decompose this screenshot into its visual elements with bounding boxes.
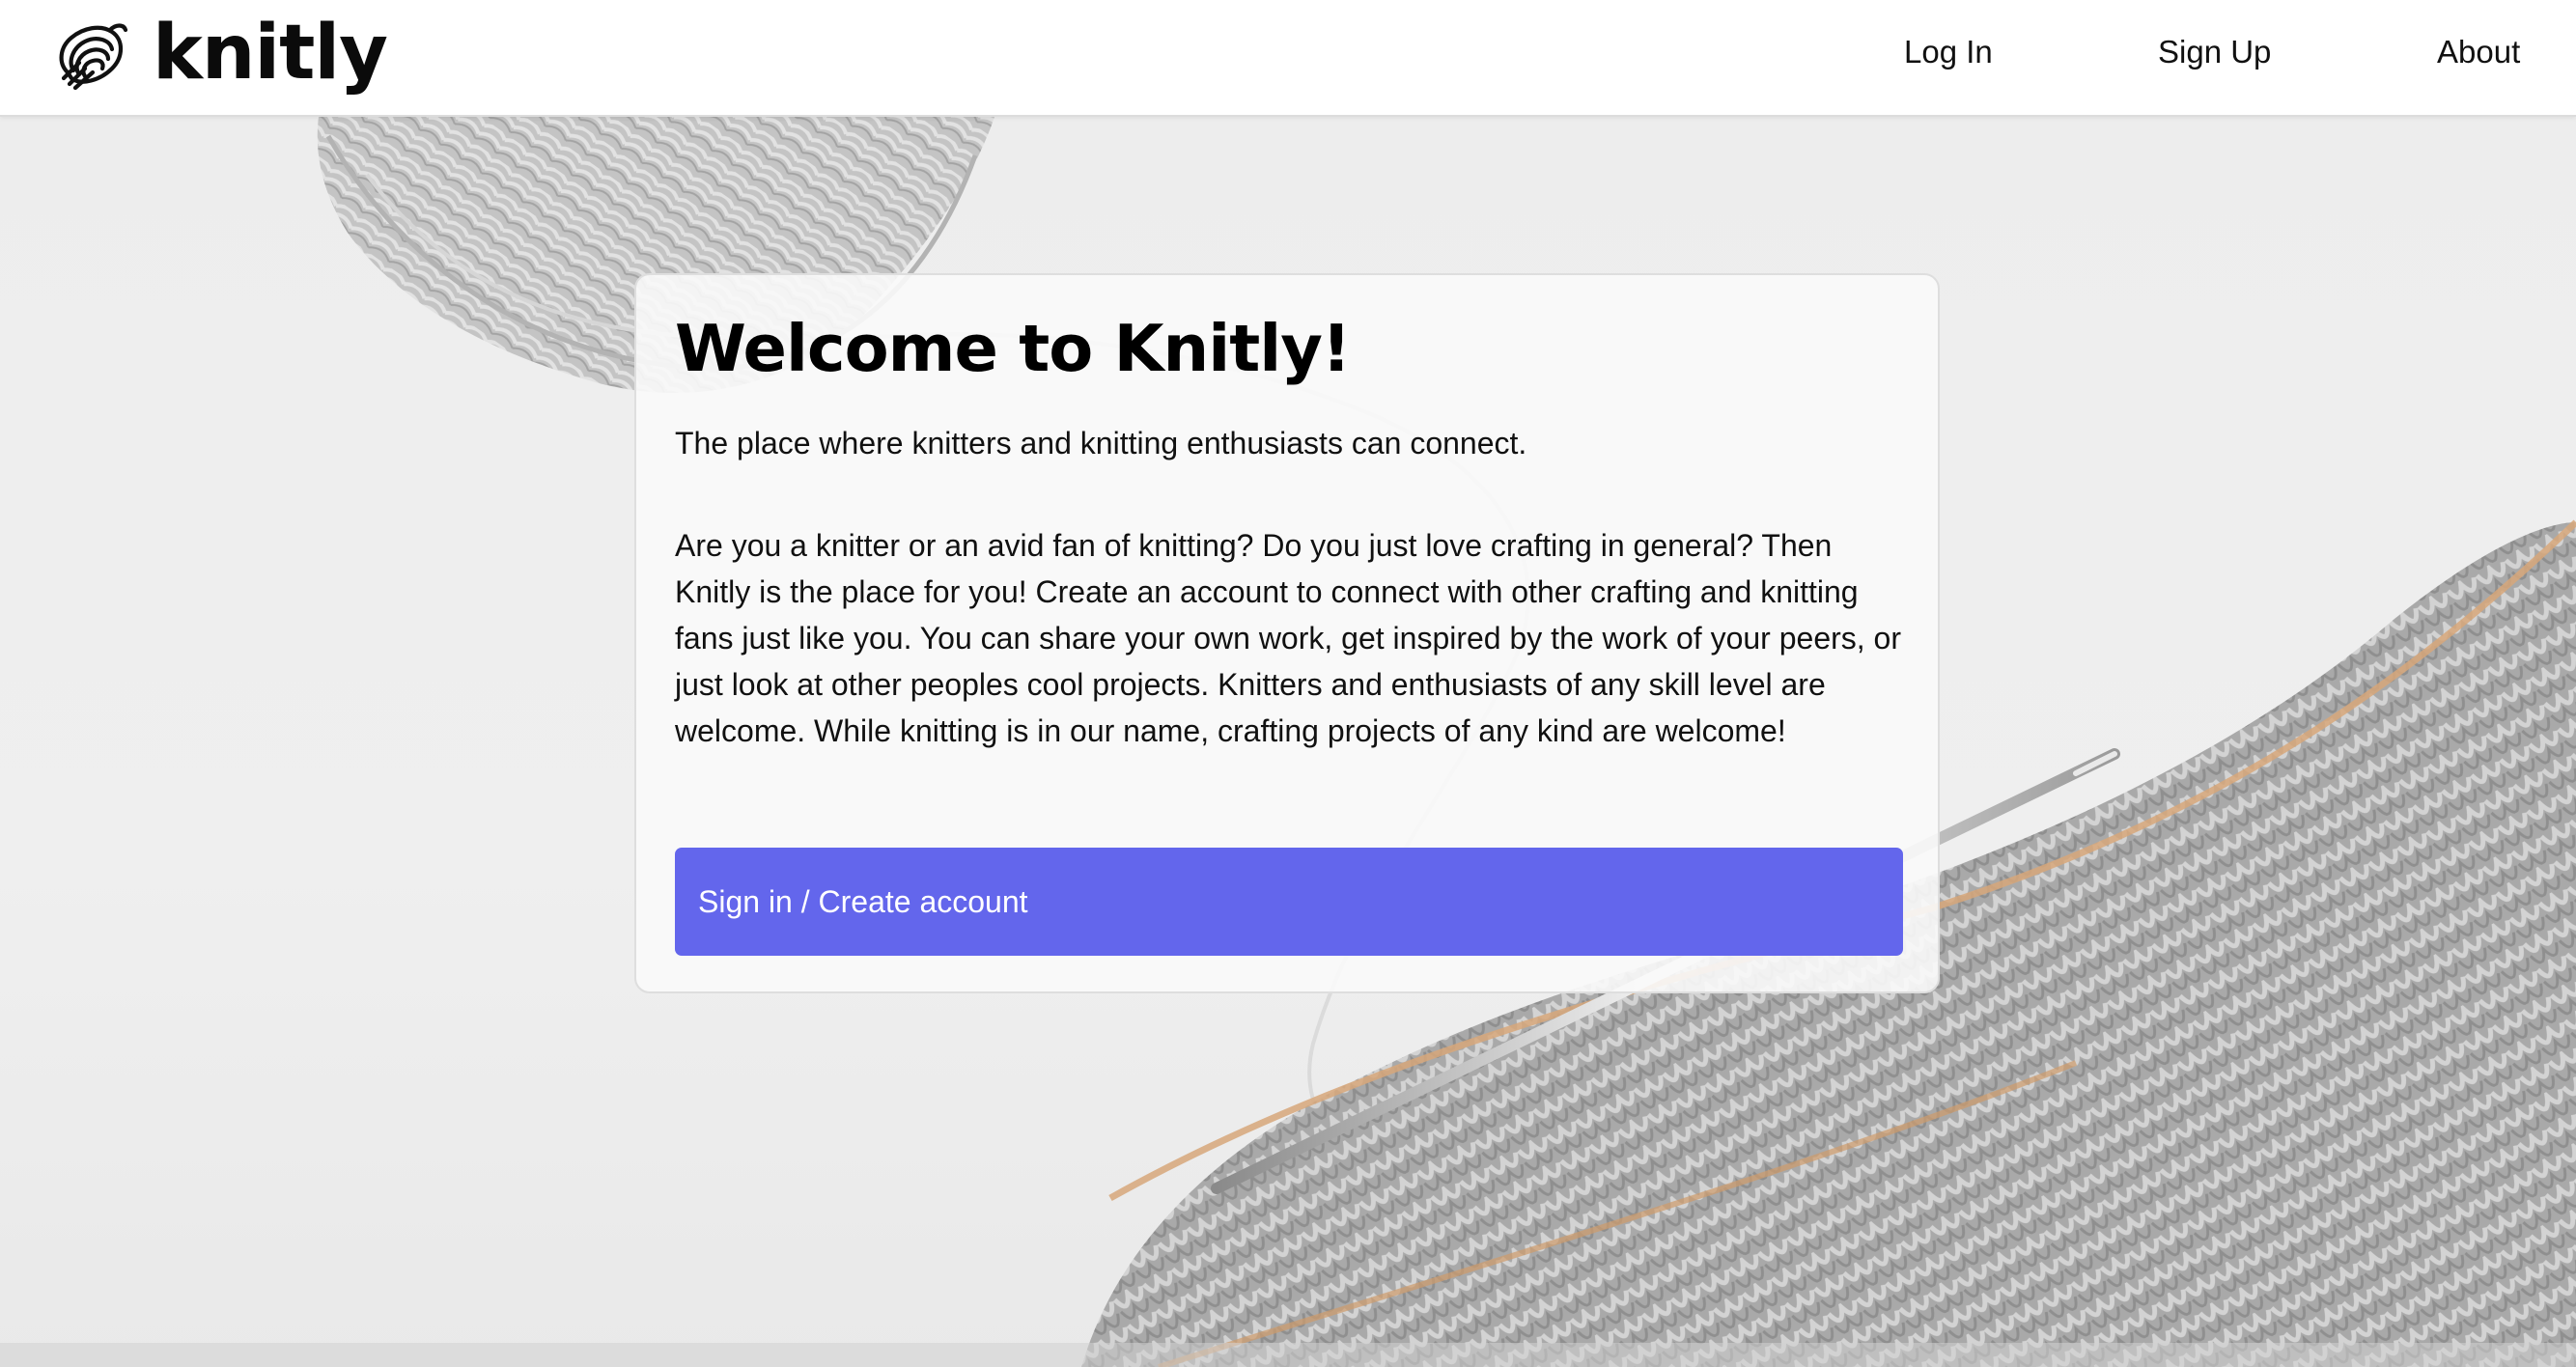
brand-name: knitly xyxy=(153,10,388,97)
welcome-tagline: The place where knitters and knitting en… xyxy=(675,426,1527,460)
welcome-title: Welcome to Knitly! xyxy=(675,311,1351,386)
nav-about-link[interactable]: About xyxy=(2437,33,2520,71)
welcome-card: Welcome to Knitly! The place where knitt… xyxy=(634,273,1940,993)
welcome-description: Are you a knitter or an avid fan of knit… xyxy=(675,528,1901,748)
sign-in-create-account-button[interactable]: Sign in / Create account xyxy=(675,848,1903,956)
top-navbar: knitly Log In Sign Up About xyxy=(0,0,2576,117)
brand-logo[interactable]: knitly xyxy=(50,10,388,98)
nav-log-in-link[interactable]: Log In xyxy=(1904,33,1993,71)
nav-sign-up-link[interactable]: Sign Up xyxy=(2158,33,2271,71)
yarn-ball-icon xyxy=(59,23,128,91)
